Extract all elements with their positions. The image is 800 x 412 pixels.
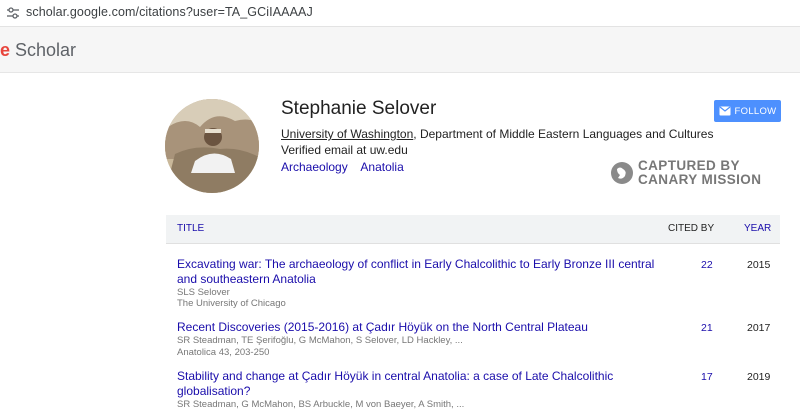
follow-label: FOLLOW	[734, 105, 777, 117]
publication-venue: The University of Chicago	[177, 298, 286, 309]
publications-table-header: TITLE CITED BY YEAR	[166, 215, 780, 244]
logo-accent: e	[0, 40, 11, 60]
cited-by-count[interactable]: 21	[701, 322, 713, 334]
site-settings-icon[interactable]	[6, 6, 20, 20]
watermark-line2: CANARY MISSION	[638, 172, 762, 187]
publication-title[interactable]: Recent Discoveries (2015-2016) at Çadır …	[177, 320, 657, 335]
publication-authors: SR Steadman, TE Şerifoğlu, G McMahon, S …	[177, 335, 463, 346]
scholar-logo[interactable]: e Scholar	[0, 40, 76, 61]
sort-by-year[interactable]: YEAR	[744, 223, 771, 234]
captured-watermark: CAPTURED BY CANARY MISSION	[610, 158, 770, 190]
affiliation-text: , Department of Middle Eastern Languages…	[413, 127, 714, 141]
follow-button[interactable]: FOLLOW	[714, 100, 781, 122]
publication-year: 2019	[747, 371, 771, 383]
cited-by-count[interactable]: 22	[701, 259, 713, 271]
canary-bird-icon	[611, 162, 633, 184]
follow-mail-icon	[719, 106, 731, 116]
interest-anatolia[interactable]: Anatolia	[360, 160, 403, 174]
publication-year: 2015	[747, 259, 771, 271]
affiliation-link[interactable]: University of Washington	[281, 127, 413, 141]
publication-title[interactable]: Stability and change at Çadır Höyük in c…	[177, 369, 657, 399]
watermark-line1: CAPTURED BY	[638, 158, 740, 173]
publication-venue: Anatolica 43, 203-250	[177, 347, 270, 358]
sort-by-title[interactable]: TITLE	[177, 223, 204, 234]
publication-year: 2017	[747, 322, 771, 334]
url-text[interactable]: scholar.google.com/citations?user=TA_GCi…	[26, 5, 313, 19]
logo-text: Scholar	[10, 40, 77, 60]
cited-by-count[interactable]: 17	[701, 371, 713, 383]
scholar-header: e Scholar	[0, 27, 800, 73]
publication-title[interactable]: Excavating war: The archaeology of confl…	[177, 257, 657, 287]
profile-avatar	[165, 99, 259, 193]
browser-address-bar[interactable]: scholar.google.com/citations?user=TA_GCi…	[0, 0, 800, 27]
avatar-photo	[165, 99, 259, 193]
cited-by-header[interactable]: CITED BY	[668, 223, 714, 234]
profile-name: Stephanie Selover	[281, 98, 437, 119]
profile-affiliation: University of Washington, Department of …	[281, 127, 713, 141]
verified-email: Verified email at uw.edu	[281, 143, 408, 157]
publication-authors: SR Steadman, G McMahon, BS Arbuckle, M v…	[177, 399, 465, 410]
research-interests: Archaeology Anatolia	[281, 160, 414, 174]
interest-archaeology[interactable]: Archaeology	[281, 160, 348, 174]
